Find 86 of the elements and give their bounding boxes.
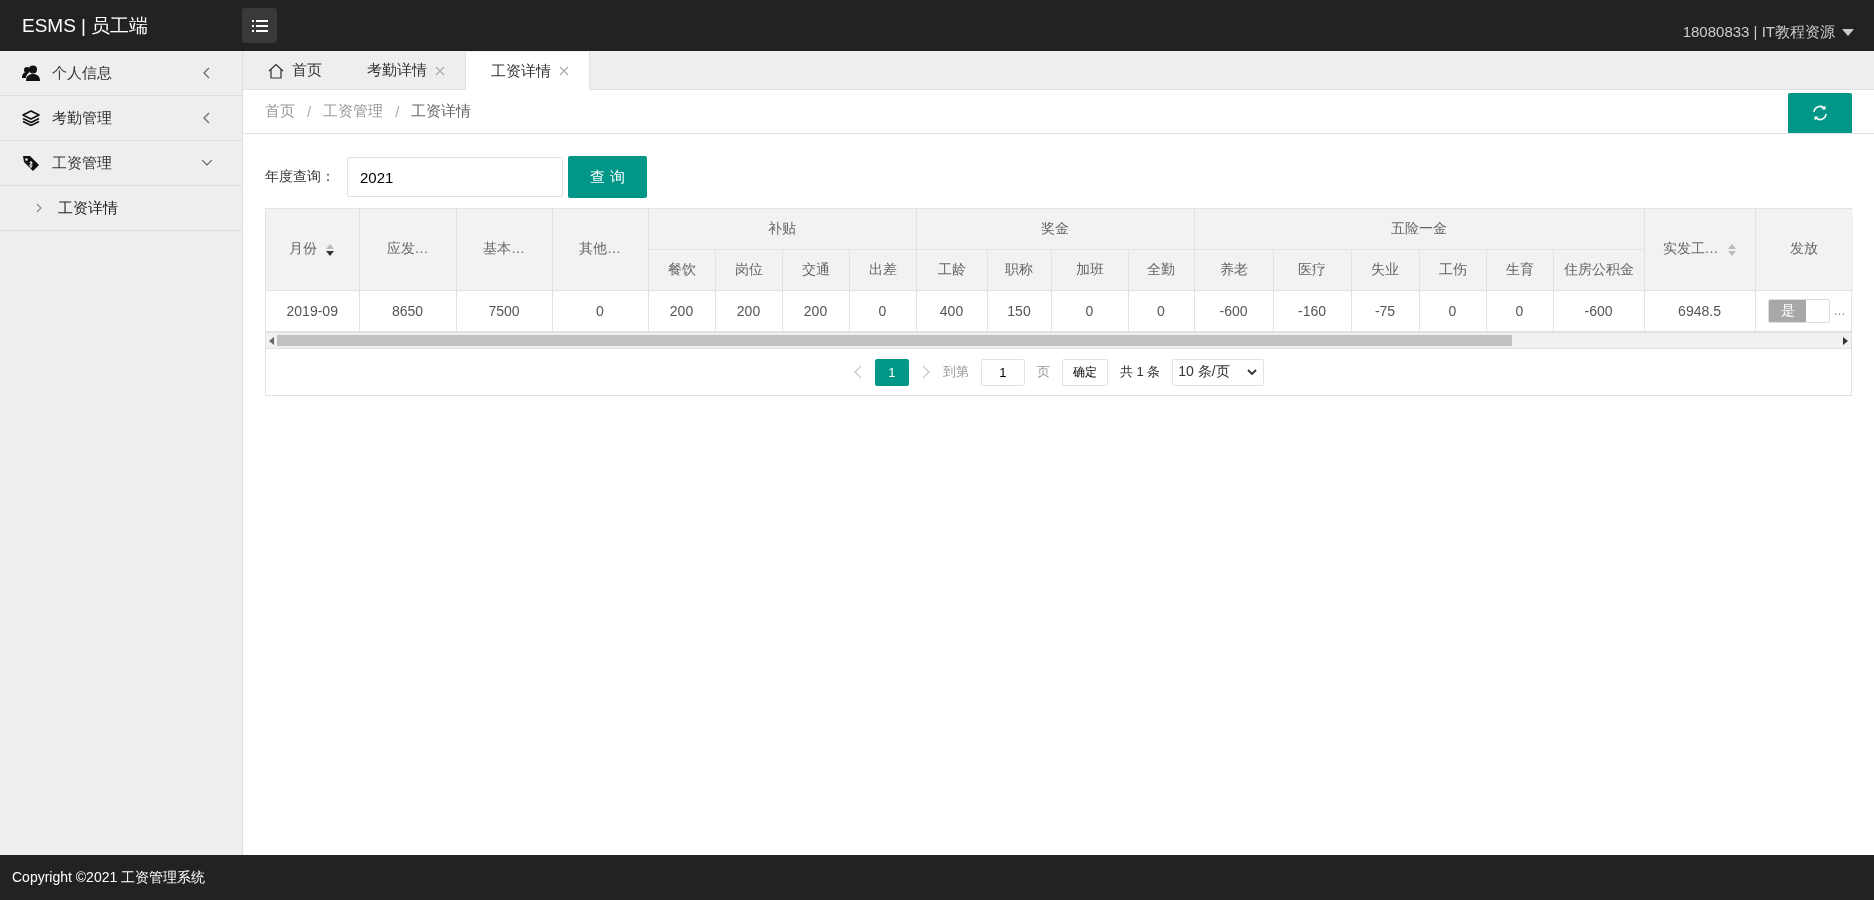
close-icon[interactable] [559, 66, 569, 76]
column-header: 工龄 [916, 249, 987, 291]
next-page-icon[interactable] [920, 365, 931, 379]
horizontal-scrollbar[interactable] [266, 332, 1851, 348]
query-button[interactable]: 查 询 [568, 156, 647, 198]
column-group-header: 补贴 [648, 209, 916, 250]
table-cell: -160 [1273, 290, 1351, 332]
column-header: 交通 [782, 249, 849, 291]
table-cell: 0 [1486, 290, 1553, 332]
column-header: 住房公积金 [1553, 249, 1645, 291]
tab[interactable]: 考勤详情 [342, 52, 465, 89]
scroll-right-icon[interactable] [1842, 336, 1848, 345]
tag-icon [22, 155, 40, 171]
confirm-button[interactable]: 确定 [1061, 358, 1108, 386]
people-icon [22, 65, 40, 81]
column-header: 应发… [359, 209, 456, 291]
previous-page-icon[interactable] [852, 365, 863, 379]
sidebar-item[interactable]: 个人信息 [0, 51, 242, 96]
table-cell: 0 [552, 290, 648, 332]
column-header: 其他… [552, 209, 648, 291]
refresh-button[interactable] [1788, 93, 1852, 133]
table-cell: 2019-09 [266, 290, 359, 332]
sidebar-subitem[interactable]: 工资详情 [0, 186, 242, 231]
sidebar-item[interactable]: 工资管理 [0, 141, 242, 186]
table-cell: 200 [715, 290, 782, 332]
home-icon [268, 62, 284, 79]
breadcrumb-separator: / [395, 103, 400, 120]
column-header: 生育 [1486, 249, 1553, 291]
table-cell: 7500 [456, 290, 552, 332]
layers-icon [22, 110, 40, 126]
breadcrumb-separator: / [307, 103, 312, 120]
menu-button[interactable] [242, 8, 277, 43]
caret-icon [1842, 29, 1854, 36]
scroll-left-icon[interactable] [269, 336, 275, 345]
tab[interactable]: 首页 [243, 52, 342, 89]
overflow-mark: … [1833, 304, 1846, 318]
table-cell: 6948.5 [1644, 290, 1756, 332]
total-count: 共 1 条 [1119, 363, 1161, 381]
table-cell: 400 [916, 290, 987, 332]
column-group-header: 奖金 [916, 209, 1194, 250]
column-group-header: 五险一金 [1194, 209, 1645, 250]
year-query-label: 年度查询： [265, 168, 335, 186]
column-header: 工伤 [1419, 249, 1486, 291]
column-header: 出差 [849, 249, 916, 291]
column-header: 失业 [1351, 249, 1419, 291]
page-number[interactable]: 1 [874, 358, 909, 386]
sidebar-item[interactable]: 考勤管理 [0, 96, 242, 141]
column-header: 餐饮 [648, 249, 715, 291]
table-cell: 8650 [359, 290, 456, 332]
column-header[interactable]: 实发工… [1644, 209, 1756, 291]
menu-icon [251, 19, 268, 32]
table-cell: 0 [1419, 290, 1486, 332]
table-cell: 0 [849, 290, 916, 332]
column-header: 岗位 [715, 249, 782, 291]
table-cell: 0 [1128, 290, 1194, 332]
chevron-down-icon [1247, 368, 1258, 376]
column-header: 加班 [1051, 249, 1128, 291]
page-unit-label: 页 [1036, 363, 1050, 381]
chevron-left-icon [202, 112, 212, 124]
goto-label: 到第 [942, 363, 969, 381]
table-cell: 200 [648, 290, 715, 332]
close-icon[interactable] [435, 65, 445, 76]
chevron-left-icon [202, 67, 212, 79]
table-cell: 150 [987, 290, 1051, 332]
page-size-select[interactable]: 10 条/页 [1172, 358, 1265, 386]
year-input[interactable]: 2021 [347, 157, 563, 197]
user-menu[interactable]: 18080833 | IT教程资源 [1682, 23, 1854, 42]
column-header: 全勤 [1128, 249, 1194, 291]
table-cell: -600 [1194, 290, 1273, 332]
refresh-icon [1811, 104, 1829, 122]
column-header: 基本… [456, 209, 552, 291]
brand-title: ESMS | 员工端 [22, 13, 150, 38]
table-cell: 200 [782, 290, 849, 332]
column-header: 医疗 [1273, 249, 1351, 291]
table-cell: -600 [1553, 290, 1645, 332]
table-cell: 0 [1051, 290, 1128, 332]
column-header[interactable]: 月份 [266, 209, 359, 291]
column-header: 发放 [1755, 209, 1854, 291]
sort-icon[interactable] [325, 242, 336, 257]
table-cell: -75 [1351, 290, 1419, 332]
page-input[interactable]: 1 [980, 358, 1025, 386]
chevron-right-icon [36, 203, 42, 213]
column-header: 养老 [1194, 249, 1273, 291]
column-header: 职称 [987, 249, 1051, 291]
tab[interactable]: 工资详情 [465, 52, 590, 90]
copyright-text: Copyright ©2021 工资管理系统 [12, 868, 206, 887]
